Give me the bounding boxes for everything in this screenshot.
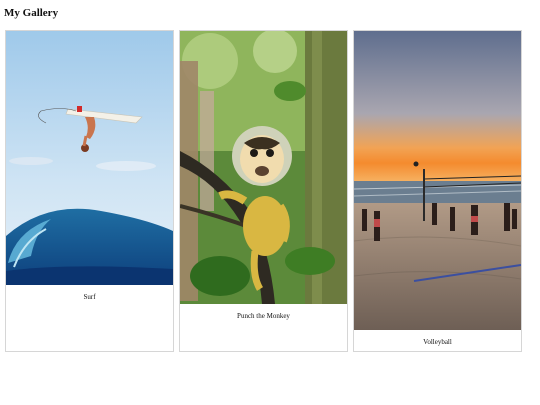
page-title: My Gallery xyxy=(4,7,59,19)
monkey-photo[interactable] xyxy=(180,31,347,304)
surf-photo[interactable] xyxy=(6,31,173,285)
gallery-card-volleyball[interactable]: Volleyball xyxy=(353,30,522,352)
gallery-card-monkey[interactable]: Punch the Monkey xyxy=(179,30,348,352)
monkey-caption: Punch the Monkey xyxy=(237,312,290,320)
gallery-card-surf[interactable]: Surf xyxy=(5,30,174,352)
volleyball-photo[interactable] xyxy=(354,31,521,330)
surf-caption: Surf xyxy=(83,293,96,301)
volleyball-caption: Volleyball xyxy=(423,338,452,346)
